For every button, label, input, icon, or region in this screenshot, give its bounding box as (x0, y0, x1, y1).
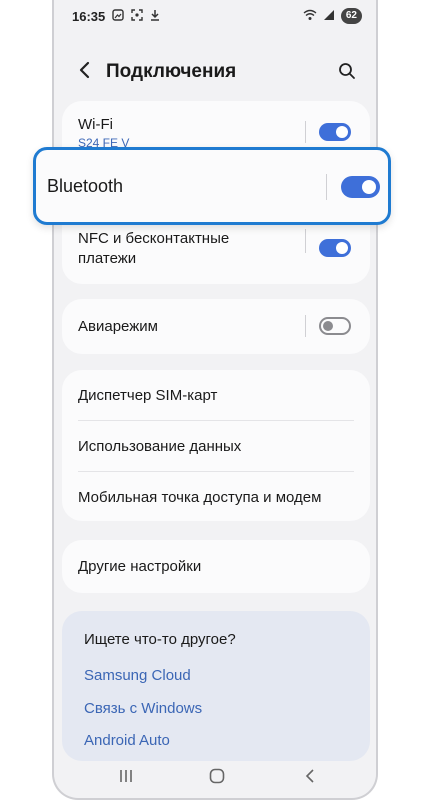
nfc-row[interactable]: NFC и бесконтактные платежи (62, 227, 370, 284)
link-to-windows-link[interactable]: Связь с Windows (84, 700, 202, 717)
suggestions-heading: Ищете что-то другое? (84, 631, 236, 648)
nfc-label-line2: платежи (78, 250, 137, 267)
nfc-label-line1: NFC и бесконтактные (78, 230, 230, 247)
back-icon (305, 769, 314, 783)
toggle-knob (323, 321, 333, 331)
other-settings-row[interactable]: Другие настройки (62, 540, 370, 593)
cell-signal-icon (323, 9, 335, 24)
phone-screen: 16:35 62 Подключения Wi-Fi S24 FE V NFC … (52, 0, 378, 800)
status-time: 16:35 (72, 9, 106, 24)
back-button[interactable] (72, 58, 96, 82)
home-button[interactable] (205, 766, 229, 786)
recents-icon (120, 770, 132, 782)
list-item[interactable]: Мобильная точка доступа и модем (62, 472, 370, 521)
airplane-label: Авиарежим (78, 318, 158, 335)
back-nav-button[interactable] (298, 766, 322, 786)
sim-manager-label: Диспетчер SIM-карт (78, 387, 218, 404)
android-auto-link[interactable]: Android Auto (84, 732, 170, 749)
airplane-divider (305, 315, 306, 337)
airplane-toggle[interactable] (319, 317, 351, 335)
bluetooth-row[interactable]: Bluetooth (33, 147, 391, 225)
toggle-knob (362, 180, 376, 194)
navigation-bar (54, 754, 376, 798)
data-usage-label: Использование данных (78, 438, 242, 455)
airplane-row[interactable]: Авиарежим (62, 299, 370, 354)
status-right: 62 (303, 8, 362, 24)
airplane-card: Авиарежим (62, 299, 370, 354)
gallery-notification-icon (112, 9, 124, 24)
bluetooth-toggle[interactable] (341, 176, 380, 198)
battery-indicator: 62 (340, 8, 362, 24)
app-header: Подключения (54, 52, 376, 92)
nfc-divider (305, 229, 306, 253)
other-settings-card: Другие настройки (62, 540, 370, 593)
status-left: 16:35 (72, 9, 160, 24)
toggle-knob (336, 242, 348, 254)
home-icon (209, 768, 225, 784)
list-item[interactable]: Диспетчер SIM-карт (62, 370, 370, 420)
toggle-knob (336, 126, 348, 138)
status-bar: 16:35 62 (54, 0, 376, 34)
list-item[interactable]: Использование данных (62, 421, 370, 471)
suggestions-card: Ищете что-то другое? Samsung Cloud Связь… (62, 611, 370, 761)
search-button[interactable] (334, 58, 360, 84)
page-title: Подключения (106, 61, 237, 82)
network-tools-card: Диспетчер SIM-карт Использование данных … (62, 370, 370, 521)
other-settings-label: Другие настройки (78, 558, 202, 575)
bluetooth-label: Bluetooth (47, 176, 124, 196)
wifi-label: Wi-Fi (78, 116, 113, 133)
hotspot-label: Мобильная точка доступа и модем (78, 489, 322, 506)
download-notification-icon (150, 9, 160, 24)
wifi-divider (305, 121, 306, 143)
recents-button[interactable] (114, 766, 138, 786)
chevron-left-icon (79, 61, 90, 79)
wifi-toggle[interactable] (319, 123, 351, 141)
search-icon (339, 63, 355, 79)
screenshot-notification-icon (131, 9, 143, 24)
samsung-cloud-link[interactable]: Samsung Cloud (84, 667, 191, 684)
wifi-signal-icon (303, 9, 317, 24)
nfc-toggle[interactable] (319, 239, 351, 257)
bluetooth-divider (326, 174, 327, 200)
